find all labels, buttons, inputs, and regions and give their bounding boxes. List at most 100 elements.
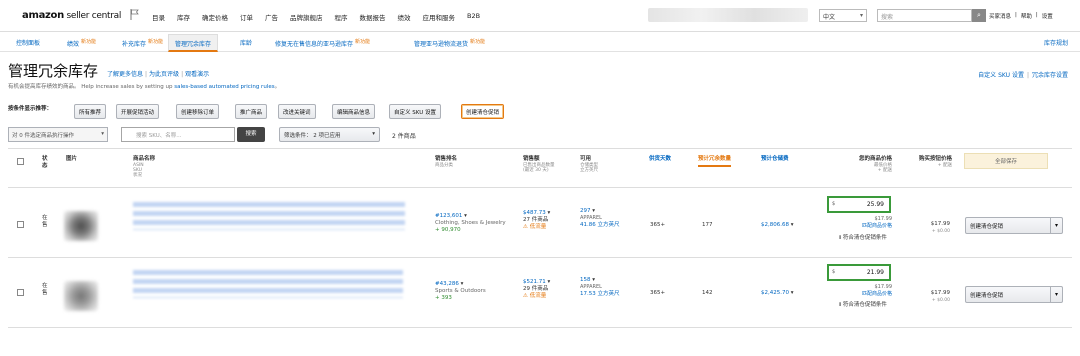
col-supply-days[interactable]: 供货天数 (649, 156, 671, 163)
tab-inventory-age[interactable]: 库龄 (240, 38, 252, 47)
nav-apps[interactable]: 应用和服务 (423, 12, 456, 22)
select-all-checkbox[interactable] (17, 158, 24, 165)
status-text: 在售 (42, 215, 48, 228)
nav-catalog[interactable]: 目录 (152, 12, 165, 22)
rate-page-link[interactable]: 为此页评级 (149, 71, 179, 78)
col-name[interactable]: 商品名称 ASIN SKU 状况 (133, 156, 155, 178)
col-image: 图片 (66, 156, 78, 162)
bulk-action-select[interactable]: 对 0 件选定商品执行操作 (8, 127, 108, 142)
automated-pricing-link[interactable]: sales-based automated pricing rules (174, 84, 274, 90)
rec-keywords-button[interactable]: 改进关键词 (278, 104, 316, 119)
nav-reports[interactable]: 数据报告 (360, 12, 386, 22)
col-sales[interactable]: 销售额 已售出商品数量 (最近 30 天) (523, 156, 573, 173)
page-title: 管理冗余库存 (8, 62, 99, 80)
clearance-eligible: ⅰ 符合清仓促销条件 (839, 235, 887, 241)
excess-units: 177 (702, 222, 713, 228)
nav-programs[interactable]: 程序 (335, 12, 348, 22)
col-your-price[interactable]: 您的商品价格 最低价格 + 配送 (846, 156, 892, 173)
filter-dropdown[interactable]: 筛选条件： 2 项已应用 ▾ (279, 127, 380, 142)
nav-orders[interactable]: 订单 (240, 12, 253, 22)
tab-performance[interactable]: 绩效 新功能 (67, 38, 96, 48)
excess-units: 142 (702, 290, 713, 296)
sales-value: $521.71 ▾ 29 件商品 ⚠ 低流量 (523, 279, 551, 299)
search-icon: ⌕ (977, 11, 981, 19)
item-count: 2 件商品 (392, 133, 416, 140)
rec-clearance-button[interactable]: 创建清仓促销 (461, 104, 505, 119)
tab-fix-stranded[interactable]: 修复无在售信息的亚马逊库存 新功能 (275, 38, 370, 48)
price-input[interactable]: $25.99 (827, 196, 891, 213)
nav-b2b[interactable]: B2B (467, 12, 480, 22)
col-excess-cost[interactable]: 预计仓储费 (761, 156, 789, 163)
buybox-price: $17.99 + $0.00 (930, 221, 950, 234)
row-checkbox[interactable] (17, 221, 24, 228)
chevron-down-icon: ▾ (1050, 287, 1062, 302)
recommendation-label: 按条件显示推荐： (8, 106, 53, 112)
nav-advertising[interactable]: 广告 (265, 12, 278, 22)
inventory-planning-link[interactable]: 库存规划 (1044, 38, 1068, 47)
logo-main: amazon (22, 10, 64, 21)
sales-rank: #43,286 ▾ Sports & Outdoors + 393 (435, 281, 486, 301)
main-nav: 目录 库存 确定价格 订单 广告 品牌旗舰店 程序 数据报告 绩效 应用和服务 … (152, 12, 480, 22)
tab-fba-returns[interactable]: 管理亚马逊物流退货 新功能 (414, 38, 485, 48)
col-buybox-price[interactable]: 购买按钮价格 + 配送 (912, 156, 952, 168)
row-checkbox[interactable] (17, 289, 24, 296)
settings-links: 自定义 SKU 设置 | 冗余库存设置 (978, 72, 1068, 79)
nav-stores[interactable]: 品牌旗舰店 (290, 12, 323, 22)
tab-dashboard[interactable]: 控制面板 (16, 38, 40, 47)
clearance-eligible: ⅰ 符合清仓促销条件 (839, 302, 887, 308)
flag-icon[interactable] (130, 9, 139, 20)
match-price-link[interactable]: 匹配商品价格 (862, 291, 892, 297)
learn-more-link[interactable]: 了解更多信息 (107, 71, 143, 78)
inventory-planning-tabs: 控制面板 绩效 新功能 补充库存 新功能 管理冗余库存 库龄 修复无在售信息的亚马逊… (0, 34, 1080, 52)
action-select[interactable]: 创建清仓促销 ▾ (965, 286, 1063, 303)
col-excess-units[interactable]: 预计冗余数量 (698, 156, 732, 167)
nav-pricing[interactable]: 确定价格 (202, 12, 228, 22)
language-select[interactable]: 中文 (819, 9, 867, 22)
chevron-down-icon: ▾ (1050, 218, 1062, 233)
sales-rank: #123,601 ▾ Clothing, Shoes & Jewelry + 90,… (435, 213, 506, 233)
buyer-messages-link[interactable]: 买家消息 (989, 12, 1011, 20)
action-select[interactable]: 创建清仓促销 ▾ (965, 217, 1063, 234)
match-price-link[interactable]: 匹配商品价格 (862, 223, 892, 229)
custom-sku-settings-link[interactable]: 自定义 SKU 设置 (978, 72, 1024, 79)
sku-search-input[interactable]: 搜索 SKU、名称... (121, 127, 235, 142)
rec-promotion-button[interactable]: 开展促销活动 (116, 104, 160, 119)
top-search-button[interactable]: ⌕ (972, 9, 986, 22)
excess-cost: $2,425.70 ▾ (761, 290, 794, 296)
amazon-seller-central-logo[interactable]: amazon seller central (22, 10, 121, 21)
top-navigation-bar: amazon seller central 目录 库存 确定价格 订单 广告 品… (0, 0, 1080, 32)
rec-custom-sku-button[interactable]: 自定义 SKU 设置 (389, 104, 441, 119)
product-image[interactable] (64, 211, 98, 241)
rec-removal-button[interactable]: 创建移除订单 (176, 104, 220, 119)
search-button[interactable]: 搜索 (237, 127, 265, 142)
nav-inventory[interactable]: 库存 (177, 12, 190, 22)
col-sales-rank[interactable]: 销售排名 商品分类 (435, 156, 457, 168)
redacted-account-info (648, 8, 808, 22)
rec-promote-button[interactable]: 推广商品 (235, 104, 268, 119)
help-link[interactable]: 帮助 (1021, 12, 1032, 20)
tab-restock[interactable]: 补充库存 新功能 (122, 38, 163, 48)
product-name-redacted[interactable] (133, 202, 405, 230)
excess-cost: $2,806.68 ▾ (761, 222, 794, 228)
tab-manage-excess[interactable]: 管理冗余库存 (168, 34, 219, 52)
settings-link[interactable]: 设置 (1042, 12, 1053, 20)
available-qty: 158 ▾ APPAREL 17.53 立方英尺 (580, 277, 620, 297)
excess-inventory-settings-link[interactable]: 冗余库存设置 (1032, 72, 1068, 79)
save-all-button[interactable]: 全部保存 (964, 153, 1048, 169)
supply-days: 365+ (650, 290, 666, 296)
watch-demo-link[interactable]: 观看演示 (185, 71, 209, 78)
product-name-redacted[interactable] (133, 270, 403, 298)
nav-performance[interactable]: 绩效 (398, 12, 411, 22)
col-status: 状态 (42, 156, 48, 169)
rec-edit-listing-button[interactable]: 编辑商品信息 (332, 104, 376, 119)
status-text: 在售 (42, 283, 48, 296)
product-image[interactable] (64, 281, 98, 311)
page-subtitle: 有机会提高库存绩效的商品。 Help increase sales by set… (8, 84, 281, 90)
rec-all-button[interactable]: 所有推荐 (74, 104, 107, 119)
price-input[interactable]: $21.99 (827, 264, 891, 281)
col-available[interactable]: 可用 仓储类型 立方英尺 (580, 156, 598, 173)
price-details: $17.99 匹配商品价格 (861, 284, 892, 297)
top-search-input[interactable]: 搜索 (877, 9, 972, 22)
top-links: 买家消息 | 帮助 | 设置 (989, 12, 1053, 20)
title-links: 了解更多信息 | 为此页评级 | 观看演示 (107, 71, 210, 78)
